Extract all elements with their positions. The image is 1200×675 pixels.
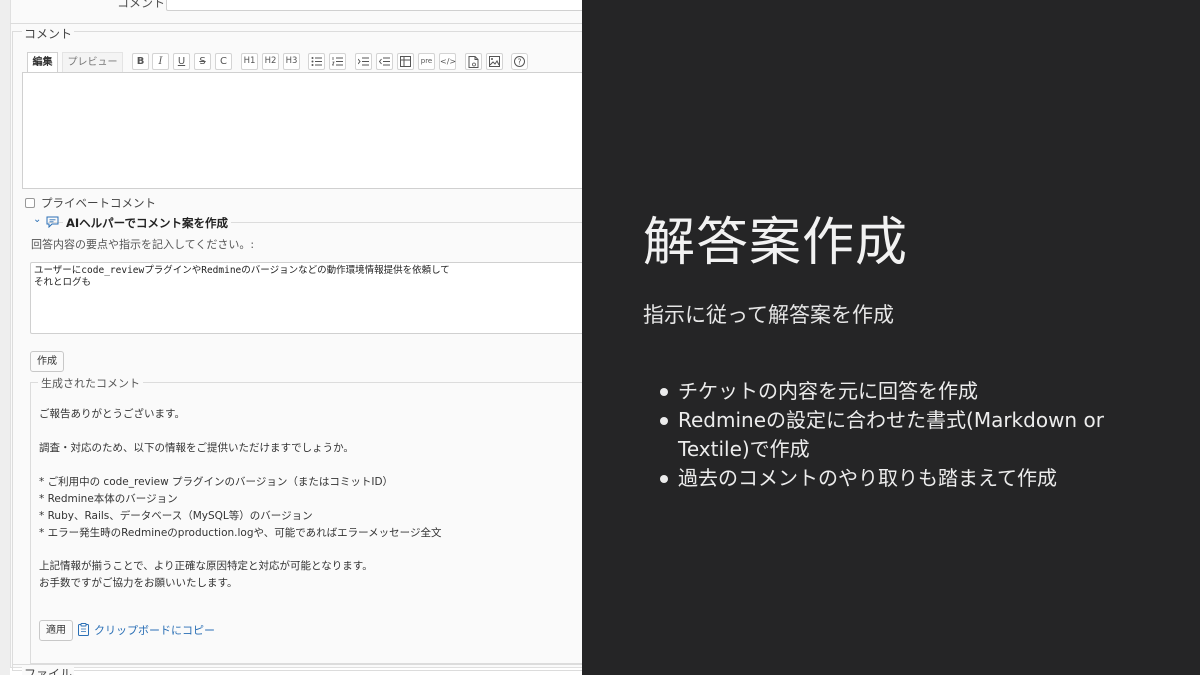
- comment-field-label: コメント: [117, 0, 166, 10]
- svg-text:?: ?: [518, 57, 522, 66]
- clipboard-icon[interactable]: [78, 623, 89, 636]
- generated-line: * Ruby、Rails、データベース（MySQL等）のバージョン: [39, 510, 313, 522]
- slide-bullet-text: チケットの内容を元に回答を作成: [678, 379, 978, 403]
- bullet-list-icon: [311, 57, 322, 66]
- generated-line: * ご利用中の code_review プラグインのバージョン（またはコミットI…: [39, 476, 394, 488]
- heading2-button[interactable]: H2: [262, 53, 279, 70]
- slide-bullet: チケットの内容を元に回答を作成: [654, 377, 1134, 406]
- chevron-down-icon[interactable]: ⌄: [33, 214, 41, 225]
- comment-editor-textarea[interactable]: [22, 72, 582, 189]
- bullet-dot-icon: [660, 417, 668, 425]
- tab-edit[interactable]: 編集: [27, 52, 58, 72]
- outdent-button[interactable]: [376, 53, 393, 70]
- ai-helper-title[interactable]: AIヘルパーでコメント案を作成: [63, 215, 231, 231]
- files-divider: [12, 664, 582, 665]
- slide-bullet-list: チケットの内容を元に回答を作成 Redmineの設定に合わせた書式(Markdo…: [654, 377, 1134, 493]
- comment-field-input[interactable]: [166, 0, 582, 11]
- table-button[interactable]: [397, 53, 414, 70]
- comment-legend: コメント: [22, 25, 75, 42]
- indent-icon: [357, 57, 369, 66]
- generated-line: お手数ですがご協力をお願いいたします。: [39, 577, 238, 589]
- code-inline-button[interactable]: C: [215, 53, 232, 70]
- slide-panel: 解答案作成 指示に従って解答案を作成 チケットの内容を元に回答を作成 Redmi…: [582, 0, 1200, 675]
- create-button[interactable]: 作成: [30, 351, 64, 372]
- generated-comment-legend: 生成されたコメント: [38, 375, 143, 391]
- numbered-list-button[interactable]: [329, 53, 346, 70]
- heading1-button[interactable]: H1: [241, 53, 258, 70]
- italic-button[interactable]: I: [152, 53, 169, 70]
- generated-line: 調査・対応のため、以下の情報をご提供いただけますでしょうか。: [39, 442, 354, 454]
- bullet-dot-icon: [660, 475, 668, 483]
- code-block-button[interactable]: </>: [439, 53, 456, 70]
- chat-bubble-icon: [46, 216, 59, 228]
- link-button[interactable]: [465, 53, 482, 70]
- numbered-list-icon: [331, 57, 343, 66]
- slide-bullet: Redmineの設定に合わせた書式(Markdown or Textile)で作…: [654, 406, 1134, 464]
- document-link-icon: [468, 56, 479, 68]
- help-icon: ?: [514, 56, 525, 67]
- private-comment-label: プライベートコメント: [41, 196, 156, 210]
- copy-to-clipboard-link[interactable]: クリップボードにコピー: [94, 622, 215, 638]
- generated-line: 上記情報が揃うことで、より正確な原因特定と対応が可能となります。: [39, 560, 373, 572]
- divider: [10, 23, 582, 24]
- slide-subtitle: 指示に従って解答案を作成: [643, 303, 894, 327]
- slide-bullet: 過去のコメントのやり取りも踏まえて作成: [654, 464, 1134, 493]
- files-legend: ファイル: [22, 665, 75, 675]
- generated-line: * エラー発生時のRedmineのproduction.logや、可能であればエ…: [39, 527, 442, 539]
- image-button[interactable]: [486, 53, 503, 70]
- apply-button[interactable]: 適用: [39, 620, 73, 641]
- ai-prompt-textarea[interactable]: ユーザーにcode_reviewプラグインやRedmineのバージョンなどの動作…: [30, 262, 582, 334]
- page-margin: [0, 0, 10, 675]
- strikethrough-button[interactable]: S: [194, 53, 211, 70]
- slide-title: 解答案作成: [643, 213, 909, 273]
- generated-line: * Redmine本体のバージョン: [39, 493, 178, 505]
- ai-prompt-label: 回答内容の要点や指示を記入してください。:: [31, 238, 255, 251]
- redmine-form-panel: コメント コメント 編集 プレビュー B I U S C H1 H2 H3 pr…: [0, 0, 582, 675]
- underline-button[interactable]: U: [173, 53, 190, 70]
- table-icon: [400, 56, 411, 67]
- slide-bullet-text: 過去のコメントのやり取りも踏まえて作成: [678, 466, 1057, 490]
- bullet-dot-icon: [660, 388, 668, 396]
- outdent-icon: [378, 57, 390, 66]
- bold-button[interactable]: B: [132, 53, 149, 70]
- heading3-button[interactable]: H3: [283, 53, 300, 70]
- tab-preview[interactable]: プレビュー: [62, 52, 123, 72]
- indent-button[interactable]: [355, 53, 372, 70]
- image-icon: [489, 56, 500, 67]
- bullet-list-button[interactable]: [308, 53, 325, 70]
- generated-line: ご報告ありがとうございます。: [39, 408, 185, 420]
- pre-button[interactable]: pre: [418, 53, 435, 70]
- help-button[interactable]: ?: [511, 53, 528, 70]
- slide-bullet-text: Redmineの設定に合わせた書式(Markdown or Textile)で作…: [678, 408, 1104, 461]
- private-comment-checkbox[interactable]: [25, 198, 35, 208]
